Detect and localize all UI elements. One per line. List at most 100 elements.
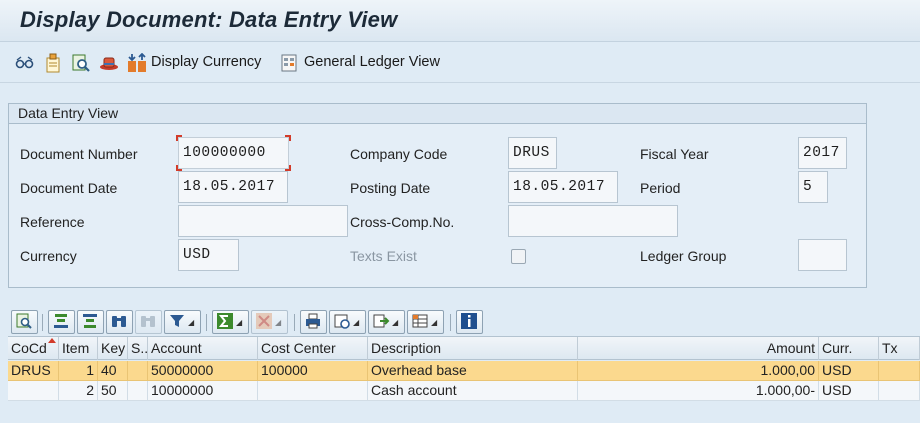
table-row[interactable]: 2 50 10000000 Cash account 1.000,00- USD bbox=[8, 381, 920, 401]
column-header-s[interactable]: S... bbox=[128, 337, 148, 360]
table-row[interactable]: DRUS 1 40 50000000 100000 Overhead base … bbox=[8, 361, 920, 381]
separator bbox=[294, 314, 295, 331]
dropdown-arrow-icon: ◢ bbox=[431, 317, 438, 327]
cell-s[interactable] bbox=[128, 381, 148, 401]
cell-item[interactable]: 2 bbox=[59, 381, 98, 401]
cell-cocd[interactable] bbox=[8, 381, 59, 401]
column-header-item[interactable]: Item bbox=[59, 337, 98, 360]
glasses-icon[interactable] bbox=[15, 53, 35, 73]
company-code-field[interactable]: DRUS bbox=[508, 137, 557, 169]
alv-toolbar: ◢ ◢ ◢ ◢ ◢ ◢ bbox=[8, 309, 920, 335]
cell-key[interactable]: 50 bbox=[98, 381, 128, 401]
texts-exist-label: Texts Exist bbox=[350, 248, 417, 264]
cell-account[interactable]: 50000000 bbox=[148, 361, 258, 381]
ledger-group-field[interactable] bbox=[798, 239, 847, 271]
info-button[interactable] bbox=[456, 310, 483, 334]
print-button[interactable] bbox=[300, 310, 327, 334]
search-doc-icon[interactable] bbox=[71, 53, 91, 73]
column-header-account[interactable]: Account bbox=[148, 337, 258, 360]
dropdown-arrow-icon: ◢ bbox=[188, 317, 195, 327]
column-header-tx[interactable]: Tx bbox=[879, 337, 920, 360]
cell-amount[interactable]: 1.000,00- bbox=[578, 381, 819, 401]
document-number-label: Document Number bbox=[20, 146, 138, 162]
ledger-icon[interactable] bbox=[280, 53, 300, 73]
application-toolbar: Display Currency General Ledger View bbox=[0, 43, 920, 83]
hat-icon[interactable] bbox=[99, 53, 119, 73]
binoculars-next-icon bbox=[139, 312, 157, 333]
separator bbox=[42, 314, 43, 331]
subtotal-icon bbox=[255, 312, 273, 333]
export-icon bbox=[372, 312, 390, 333]
info-icon bbox=[460, 312, 478, 333]
currency-label: Currency bbox=[20, 248, 77, 264]
total-button[interactable]: ◢ bbox=[212, 310, 249, 334]
focus-corner bbox=[285, 135, 291, 141]
cell-tx[interactable] bbox=[879, 361, 920, 381]
column-header-cost-center[interactable]: Cost Center bbox=[258, 337, 368, 360]
sort-descending-button[interactable] bbox=[77, 310, 104, 334]
texts-exist-checkbox[interactable] bbox=[511, 249, 526, 264]
filter-button[interactable]: ◢ bbox=[164, 310, 201, 334]
period-label: Period bbox=[640, 180, 681, 196]
grid-header: CoCd Item Key S... Account Cost Center D… bbox=[8, 336, 920, 360]
display-currency-button[interactable]: Display Currency bbox=[151, 54, 261, 70]
cell-description[interactable]: Overhead base bbox=[368, 361, 578, 381]
find-button[interactable] bbox=[106, 310, 133, 334]
cell-curr[interactable]: USD bbox=[819, 361, 879, 381]
views-icon bbox=[333, 312, 351, 333]
company-code-label: Company Code bbox=[350, 146, 448, 162]
line-items-grid: CoCd Item Key S... Account Cost Center D… bbox=[8, 336, 920, 423]
column-header-key[interactable]: Key bbox=[98, 337, 128, 360]
cell-account[interactable]: 10000000 bbox=[148, 381, 258, 401]
layout-grid-icon bbox=[411, 312, 429, 333]
cell-tx[interactable] bbox=[879, 381, 920, 401]
document-date-label: Document Date bbox=[20, 180, 118, 196]
layout-button[interactable]: ◢ bbox=[407, 310, 444, 334]
reference-label: Reference bbox=[20, 214, 85, 230]
views-button[interactable]: ◢ bbox=[329, 310, 366, 334]
sigma-icon bbox=[216, 312, 234, 333]
sort-descending-icon bbox=[81, 312, 99, 333]
dropdown-arrow-icon: ◢ bbox=[353, 317, 360, 327]
title-bar: Display Document: Data Entry View bbox=[0, 0, 920, 42]
cell-cocd[interactable]: DRUS bbox=[8, 361, 59, 381]
cell-key[interactable]: 40 bbox=[98, 361, 128, 381]
reference-field[interactable] bbox=[178, 205, 348, 237]
cell-amount[interactable]: 1.000,00 bbox=[578, 361, 819, 381]
column-header-amount[interactable]: Amount bbox=[578, 337, 819, 360]
currency-icon[interactable] bbox=[127, 53, 147, 73]
sort-ascending-icon bbox=[52, 312, 70, 333]
cell-curr[interactable]: USD bbox=[819, 381, 879, 401]
find-next-button[interactable] bbox=[135, 310, 162, 334]
dropdown-arrow-icon: ◢ bbox=[275, 317, 282, 327]
fiscal-year-field[interactable]: 2017 bbox=[798, 137, 847, 169]
edit-document-icon[interactable] bbox=[43, 53, 63, 73]
details-button[interactable] bbox=[11, 310, 38, 334]
separator bbox=[450, 314, 451, 331]
separator bbox=[206, 314, 207, 331]
export-button[interactable]: ◢ bbox=[368, 310, 405, 334]
cell-s[interactable] bbox=[128, 361, 148, 381]
dropdown-arrow-icon: ◢ bbox=[392, 317, 399, 327]
print-icon bbox=[304, 312, 322, 333]
cell-item[interactable]: 1 bbox=[59, 361, 98, 381]
posting-date-field[interactable]: 18.05.2017 bbox=[508, 171, 618, 203]
sort-ascending-button[interactable] bbox=[48, 310, 75, 334]
general-ledger-view-button[interactable]: General Ledger View bbox=[304, 54, 440, 70]
cell-description[interactable]: Cash account bbox=[368, 381, 578, 401]
ledger-group-label: Ledger Group bbox=[640, 248, 727, 264]
column-header-curr[interactable]: Curr. bbox=[819, 337, 879, 360]
subtotal-button[interactable]: ◢ bbox=[251, 310, 288, 334]
cell-cost-center[interactable] bbox=[258, 381, 368, 401]
binoculars-icon bbox=[110, 312, 128, 333]
cross-comp-no-field[interactable] bbox=[508, 205, 678, 237]
period-field[interactable]: 5 bbox=[798, 171, 828, 203]
filter-icon bbox=[168, 312, 186, 333]
document-date-field[interactable]: 18.05.2017 bbox=[178, 171, 288, 203]
currency-field[interactable]: USD bbox=[178, 239, 239, 271]
data-entry-view-group: Data Entry View Document Number 10000000… bbox=[8, 103, 867, 288]
fiscal-year-label: Fiscal Year bbox=[640, 146, 709, 162]
document-number-field[interactable]: 100000000 bbox=[178, 137, 289, 169]
column-header-description[interactable]: Description bbox=[368, 337, 578, 360]
cell-cost-center[interactable]: 100000 bbox=[258, 361, 368, 381]
